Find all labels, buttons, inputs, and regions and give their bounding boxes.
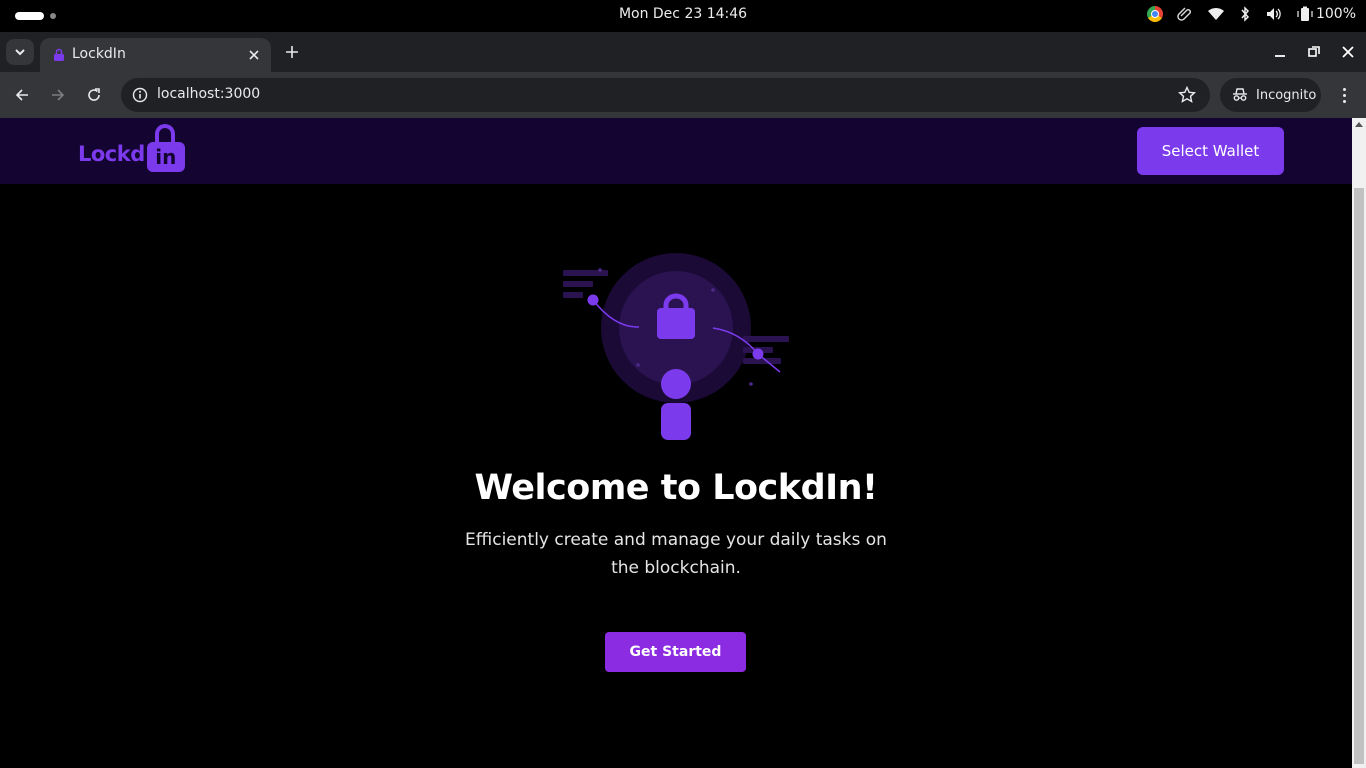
page-viewport: Lockd in Select Wallet Welcome to LockdI… bbox=[0, 118, 1352, 768]
node-right bbox=[752, 348, 764, 360]
close-icon bbox=[1342, 46, 1354, 58]
incognito-indicator[interactable]: Incognito bbox=[1220, 78, 1321, 112]
text-lines-left bbox=[563, 270, 608, 298]
tab-title: LockdIn bbox=[72, 46, 126, 62]
system-tray[interactable]: 100% bbox=[1146, 6, 1356, 22]
app-header: Lockd in Select Wallet bbox=[0, 118, 1352, 184]
node-left bbox=[587, 294, 599, 306]
minimize-button[interactable] bbox=[1272, 40, 1288, 64]
logo-in-text: in bbox=[155, 145, 177, 169]
logo-wordmark: Lockd bbox=[78, 142, 145, 166]
get-started-button[interactable]: Get Started bbox=[605, 632, 746, 672]
volume-icon[interactable] bbox=[1265, 6, 1283, 22]
page-scrollbar[interactable] bbox=[1352, 118, 1366, 768]
browser-tab[interactable]: LockdIn bbox=[40, 38, 271, 72]
new-tab-button[interactable] bbox=[282, 40, 302, 64]
chrome-tray-icon[interactable] bbox=[1146, 6, 1163, 22]
incognito-label: Incognito bbox=[1256, 87, 1317, 103]
arrow-left-icon bbox=[15, 89, 28, 101]
unlocked-padlock-icon: in bbox=[146, 124, 185, 174]
arrow-right-icon bbox=[52, 89, 65, 101]
lockdin-logo[interactable]: Lockd in bbox=[78, 124, 185, 174]
hero-illustration bbox=[563, 253, 789, 440]
bookmark-star-icon[interactable] bbox=[1178, 86, 1196, 104]
hero-title: Welcome to LockdIn! bbox=[474, 468, 878, 508]
address-bar[interactable]: localhost:3000 bbox=[121, 78, 1210, 112]
battery-icon[interactable] bbox=[1297, 6, 1313, 22]
scrollbar-thumb[interactable] bbox=[1354, 188, 1364, 764]
window-controls bbox=[1272, 40, 1356, 64]
restore-icon bbox=[1308, 46, 1320, 57]
lock-favicon-icon bbox=[54, 48, 64, 61]
url-text[interactable]: localhost:3000 bbox=[157, 86, 260, 102]
info-icon bbox=[132, 87, 148, 103]
tab-close-button[interactable] bbox=[245, 46, 263, 64]
tab-search-button[interactable] bbox=[6, 39, 34, 65]
paperclip-icon[interactable] bbox=[1177, 6, 1193, 22]
wifi-icon[interactable] bbox=[1207, 6, 1225, 22]
incognito-icon bbox=[1233, 88, 1247, 101]
select-wallet-button[interactable]: Select Wallet bbox=[1137, 127, 1284, 175]
back-button[interactable] bbox=[10, 83, 34, 107]
battery-percent: 100% bbox=[1315, 6, 1356, 22]
person-icon bbox=[661, 369, 691, 440]
restore-button[interactable] bbox=[1306, 40, 1322, 64]
plus-icon bbox=[286, 46, 298, 58]
os-top-bar: Mon Dec 23 14:46 100% bbox=[0, 0, 1366, 32]
browser-menu-button[interactable] bbox=[1334, 83, 1354, 107]
browser-toolbar: localhost:3000 Incognito bbox=[0, 72, 1366, 118]
reload-button[interactable] bbox=[82, 83, 106, 107]
browser-tab-strip: LockdIn bbox=[0, 32, 1366, 72]
forward-button[interactable] bbox=[46, 83, 70, 107]
chevron-down-icon bbox=[15, 49, 25, 56]
bluetooth-icon[interactable] bbox=[1239, 6, 1251, 22]
close-icon bbox=[249, 50, 259, 60]
scroll-up-arrow[interactable] bbox=[1355, 122, 1363, 127]
site-info-button[interactable] bbox=[129, 84, 151, 106]
reload-icon bbox=[88, 88, 100, 101]
minimize-icon bbox=[1275, 55, 1285, 57]
hero-subtitle: Efficiently create and manage your daily… bbox=[465, 530, 887, 578]
close-window-button[interactable] bbox=[1340, 40, 1356, 64]
